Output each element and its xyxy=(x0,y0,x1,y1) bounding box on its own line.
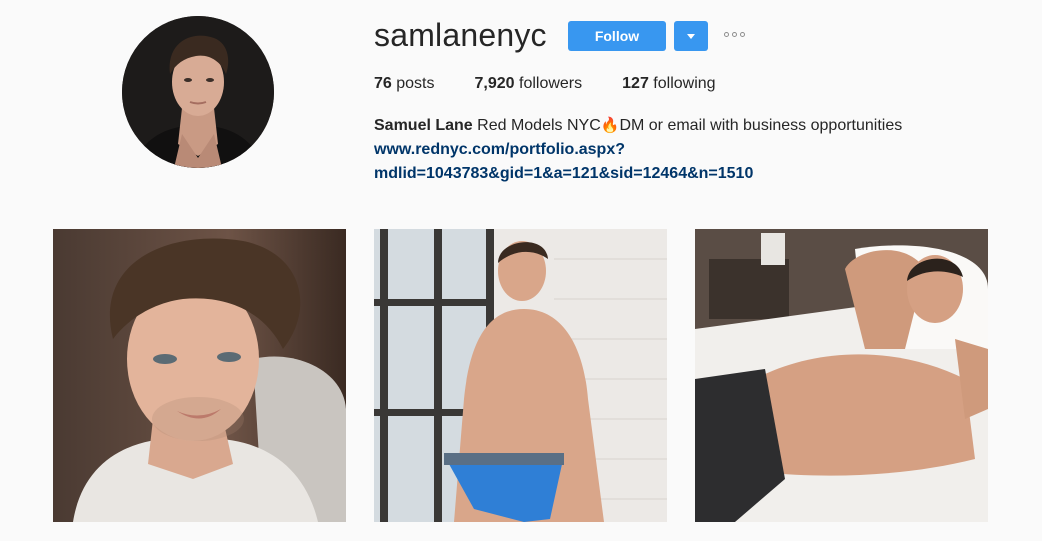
following-count: 127 xyxy=(622,75,649,92)
post-photo-3 xyxy=(695,229,988,522)
posts-label: posts xyxy=(396,75,435,92)
bio-line: Samuel Lane Red Models NYC🔥DM or email w… xyxy=(374,114,974,138)
following-label: following xyxy=(653,75,716,92)
profile-avatar[interactable] xyxy=(122,16,274,168)
followers-count: 7,920 xyxy=(474,75,515,92)
suggested-accounts-dropdown-button[interactable] xyxy=(674,21,708,51)
profile-full-name: Samuel Lane xyxy=(374,117,473,134)
follow-button[interactable]: Follow xyxy=(568,21,666,51)
post-thumbnail-1[interactable] xyxy=(53,229,346,522)
post-thumbnail-2[interactable] xyxy=(374,229,667,522)
profile-stats: 76 posts 7,920 followers 127 following xyxy=(374,74,756,94)
posts-count: 76 xyxy=(374,75,392,92)
bio-text-continued: DM or email with business opportunities xyxy=(619,117,903,134)
ellipsis-dot-icon xyxy=(724,32,729,37)
bio-link-line-2: mdlid=1043783&gid=1&a=121&sid=12464&n=15… xyxy=(374,165,754,182)
profile-username: samlanenyc xyxy=(374,17,547,53)
followers-stat[interactable]: 7,920 followers xyxy=(475,74,583,94)
ellipsis-dot-icon xyxy=(740,32,745,37)
avatar-portrait-illustration xyxy=(122,16,274,168)
bio-website-link[interactable]: www.rednyc.com/portfolio.aspx? mdlid=104… xyxy=(374,138,974,186)
post-photo-1 xyxy=(53,229,346,522)
bio-link-line-1: www.rednyc.com/portfolio.aspx? xyxy=(374,141,625,158)
post-thumbnail-3[interactable] xyxy=(695,229,988,522)
posts-stat: 76 posts xyxy=(374,74,435,94)
post-photo-2 xyxy=(374,229,667,522)
profile-bio: Samuel Lane Red Models NYC🔥DM or email w… xyxy=(374,114,974,186)
caret-down-icon xyxy=(687,34,695,39)
followers-label: followers xyxy=(519,75,583,92)
ellipsis-dot-icon xyxy=(732,32,737,37)
profile-page: samlanenyc Follow 76 posts 7,920 followe… xyxy=(0,0,1042,541)
following-stat[interactable]: 127 following xyxy=(622,74,715,94)
more-options-button[interactable] xyxy=(722,30,750,42)
fire-emoji-icon: 🔥 xyxy=(600,117,620,134)
bio-text: Red Models NYC xyxy=(477,117,601,134)
